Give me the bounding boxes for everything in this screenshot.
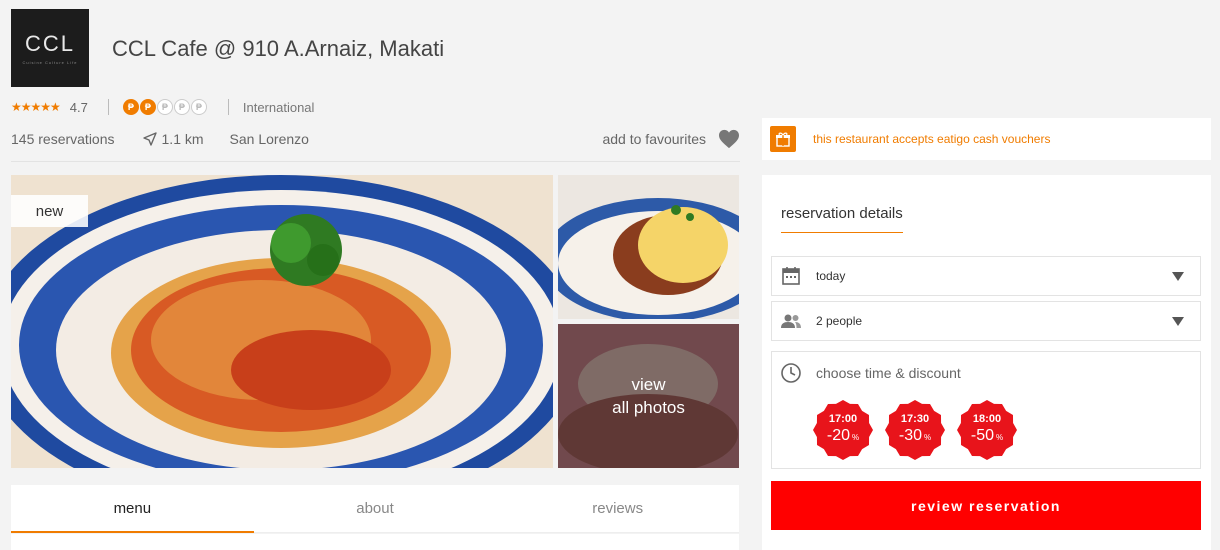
slot-discount: -30% — [898, 426, 932, 444]
logo-subtext: Cuisine Culture Life — [22, 60, 78, 65]
restaurant-name: CCL Cafe @ 910 A.Arnaiz, Makati — [112, 36, 445, 61]
cuisine-label: International — [242, 99, 315, 115]
peso-coin-icon: ₱ — [122, 99, 139, 115]
logo-text: CCL — [24, 31, 75, 56]
navigation-arrow-icon — [142, 132, 157, 146]
time-discount-selector: choose time & discount 17:00 -20% 17:30 … — [771, 351, 1201, 469]
distance: 1.1 km — [142, 131, 204, 147]
area-label: San Lorenzo — [229, 131, 309, 147]
pasta-photo-image — [11, 175, 553, 468]
lasagna-photo-image — [558, 175, 739, 319]
slot-time: 17:30 — [900, 412, 930, 425]
reservation-heading: reservation details — [781, 205, 903, 233]
chevron-down-icon — [1172, 271, 1184, 281]
main-photo[interactable] — [11, 175, 553, 468]
slot-discount: -50% — [970, 426, 1004, 444]
star-rating-icon: ★★★★★ — [11, 100, 61, 114]
time-label: choose time & discount — [816, 365, 961, 381]
date-select[interactable]: today — [771, 256, 1201, 296]
distance-value: 1.1 km — [161, 131, 204, 147]
chevron-down-icon — [1172, 316, 1184, 326]
clock-icon — [781, 363, 801, 383]
side-photo-1[interactable] — [558, 175, 739, 319]
peso-coin-icon: ₱ — [173, 99, 190, 115]
reservation-count: 145 reservations — [11, 131, 115, 147]
view-all-line2: all photos — [612, 398, 685, 417]
people-icon — [780, 310, 802, 332]
reservation-panel: reservation details today 2 people choos… — [762, 175, 1211, 550]
content-tabs: menu about reviews — [11, 485, 739, 533]
divider — [227, 99, 229, 115]
tab-about[interactable]: about — [254, 485, 497, 532]
price-level: ₱ ₱ ₱ ₱ ₱ — [122, 99, 208, 115]
slot-time: 17:00 — [828, 412, 858, 425]
peso-coin-icon: ₱ — [139, 99, 156, 115]
date-value: today — [816, 269, 846, 283]
add-to-favourites-button[interactable]: add to favourites — [602, 129, 740, 149]
gift-icon — [770, 126, 796, 152]
slot-discount: -20% — [826, 426, 860, 444]
rating-row: ★★★★★ 4.7 ₱ ₱ ₱ ₱ ₱ International — [11, 96, 314, 118]
tab-content-area — [11, 534, 739, 550]
time-slot[interactable]: 17:00 -20% — [813, 400, 873, 460]
peso-coin-icon: ₱ — [156, 99, 173, 115]
divider — [11, 161, 740, 162]
time-slots: 17:00 -20% 17:30 -30% 18:00 -50% — [813, 400, 1017, 460]
tab-reviews[interactable]: reviews — [496, 485, 739, 532]
heart-icon[interactable] — [718, 129, 740, 149]
view-all-line1: view — [631, 375, 666, 394]
time-header: choose time & discount — [780, 362, 961, 384]
view-all-photos-button[interactable]: view all photos — [558, 324, 739, 468]
time-slot[interactable]: 17:30 -30% — [885, 400, 945, 460]
new-badge: new — [11, 195, 88, 227]
people-select[interactable]: 2 people — [771, 301, 1201, 341]
tab-menu[interactable]: menu — [11, 485, 254, 533]
voucher-banner: this restaurant accepts eatigo cash vouc… — [762, 118, 1211, 160]
calendar-icon — [780, 265, 802, 287]
peso-coin-icon: ₱ — [190, 99, 207, 115]
rating-value: 4.7 — [69, 99, 88, 115]
restaurant-logo: CCL Cuisine Culture Life — [11, 9, 89, 87]
divider — [107, 99, 109, 115]
time-slot[interactable]: 18:00 -50% — [957, 400, 1017, 460]
info-row: 145 reservations 1.1 km San Lorenzo add … — [11, 128, 740, 150]
slot-time: 18:00 — [972, 412, 1002, 425]
favourites-label: add to favourites — [602, 131, 706, 147]
people-value: 2 people — [816, 314, 863, 328]
review-reservation-button[interactable]: review reservation — [771, 481, 1201, 530]
voucher-text: this restaurant accepts eatigo cash vouc… — [813, 132, 1051, 146]
